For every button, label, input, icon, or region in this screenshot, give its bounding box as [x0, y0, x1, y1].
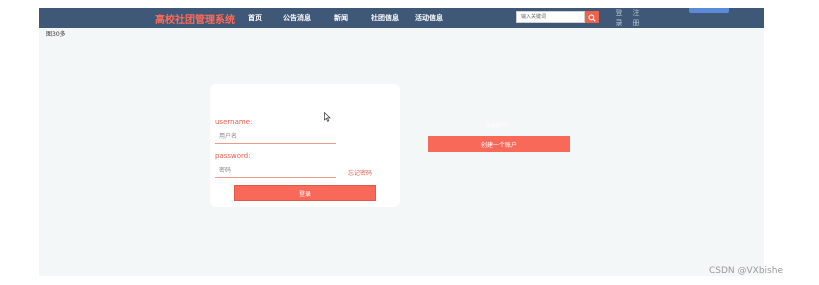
register-hint: 没有账户？ — [486, 123, 512, 129]
password-label: password: — [215, 152, 251, 160]
nav-item-announcements[interactable]: 公告消息 — [283, 13, 311, 23]
nav-item-home[interactable]: 首页 — [248, 13, 262, 23]
watermark: CSDN @VXbishe — [709, 266, 783, 276]
page-frame: 高校社团管理系统 首页 公告消息 新闻 社团信息 活动信息 登 录 注 册 图3… — [39, 8, 764, 276]
search-icon — [588, 14, 596, 22]
nav-item-activities[interactable]: 活动信息 — [415, 13, 443, 23]
corner-badge — [689, 8, 729, 13]
login-link-char-1: 登 — [615, 9, 623, 17]
password-input[interactable] — [215, 164, 336, 178]
top-navbar: 高校社团管理系统 首页 公告消息 新闻 社团信息 活动信息 登 录 注 册 — [39, 8, 764, 28]
login-card: username: password: 忘记密码 登录 — [210, 84, 400, 207]
create-account-button[interactable]: 创建一个账户 — [428, 136, 570, 152]
search-input[interactable] — [516, 11, 585, 23]
breadcrumb: 图30多 — [46, 31, 66, 38]
site-title[interactable]: 高校社团管理系统 — [155, 11, 235, 26]
search-button[interactable] — [585, 11, 599, 23]
register-link-char-1: 注 — [632, 9, 640, 17]
username-input[interactable] — [215, 130, 336, 144]
forgot-password-link[interactable]: 忘记密码 — [348, 168, 372, 177]
nav-item-news[interactable]: 新闻 — [334, 13, 348, 23]
nav-item-clubs[interactable]: 社团信息 — [371, 13, 399, 23]
login-link-char-2: 录 — [615, 19, 623, 27]
login-link[interactable]: 登 录 — [614, 8, 624, 28]
login-button[interactable]: 登录 — [234, 185, 376, 201]
username-label: username: — [215, 118, 253, 126]
register-link[interactable]: 注 册 — [631, 8, 641, 28]
register-link-char-2: 册 — [632, 19, 640, 27]
mouse-cursor-icon — [324, 112, 331, 122]
